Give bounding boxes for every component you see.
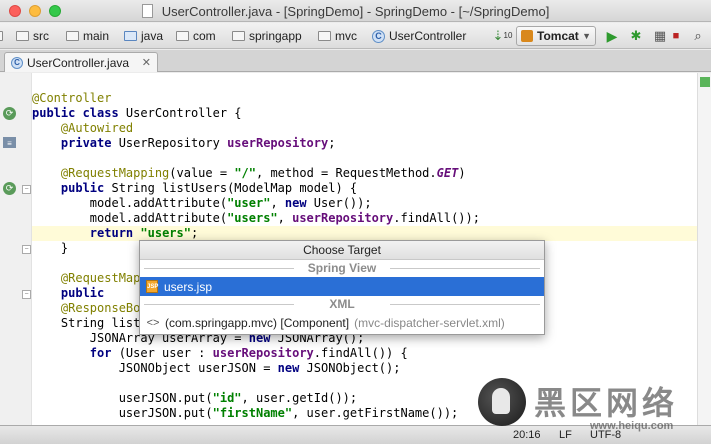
code-line: public class UserController { [32, 106, 242, 120]
code-line: @Autowired [60, 121, 134, 135]
class-icon: C [372, 29, 385, 43]
code-line: public [60, 286, 105, 300]
navigation-bar: src main java com springapp mvc C UserCo… [0, 23, 711, 49]
fold-marker-icon[interactable]: − [22, 290, 31, 299]
folder-icon [16, 31, 29, 41]
class-icon: C [11, 56, 23, 69]
breadcrumb-label: main [83, 29, 110, 43]
folder-icon [66, 31, 79, 41]
tomcat-icon [521, 30, 533, 42]
breadcrumb-java[interactable]: java [124, 28, 163, 44]
package-icon [176, 31, 189, 41]
window-title: UserController.java - [SpringDemo] - Spr… [161, 4, 550, 19]
code-line-current: return "users"; [89, 226, 199, 240]
breadcrumb-com[interactable]: com [176, 28, 216, 44]
vcs-icon[interactable]: 10 [500, 28, 516, 44]
code-line: model.addAttribute("user", new User()); [32, 196, 372, 210]
watermark-logo-icon [478, 378, 526, 426]
target-label: (com.springapp.mvc) [Component] [165, 315, 350, 330]
code-line: String list [32, 316, 141, 330]
breadcrumb-label: mvc [335, 29, 357, 43]
error-stripe[interactable] [697, 73, 711, 425]
spring-bean-icon[interactable]: ⟳ [3, 107, 16, 120]
group-label: Spring View [301, 261, 383, 275]
breadcrumb-usercontroller[interactable]: C UserController [372, 28, 466, 44]
group-label: XML [323, 297, 361, 311]
breadcrumb-item[interactable] [0, 28, 7, 44]
target-label: users.jsp [164, 279, 213, 294]
code-line: @ResponseBo [60, 301, 141, 315]
popup-title: Choose Target [140, 241, 544, 260]
folder-icon [0, 31, 3, 41]
editor-tab-bar: C UserController.java ✕ [0, 50, 711, 72]
code-line: for (User user : userRepository.findAll(… [89, 346, 408, 360]
breadcrumb-label: src [33, 29, 49, 43]
no-problems-indicator [700, 77, 710, 87]
group-header-spring-view: Spring View [140, 260, 544, 277]
watermark: 黑区网络 www.heiqu.com [478, 378, 708, 438]
code-line: } [32, 241, 69, 255]
tab-usercontroller-java[interactable]: C UserController.java ✕ [4, 52, 158, 72]
stop-icon[interactable]: ■ [668, 28, 684, 44]
code-line: JSONObject userJSON = new JSONObject(); [32, 361, 401, 375]
run-configuration-label: Tomcat [537, 29, 579, 43]
breadcrumb-main[interactable]: main [66, 28, 109, 44]
code-line: userJSON.put("id", user.getId()); [32, 391, 358, 405]
code-line: @Controller [32, 91, 112, 105]
breadcrumb-springapp[interactable]: springapp [232, 28, 302, 44]
coverage-icon[interactable]: ▦ [652, 28, 668, 44]
breadcrumb-label: com [193, 29, 216, 43]
fold-marker-icon[interactable]: − [22, 185, 31, 194]
close-tab-icon[interactable]: ✕ [142, 56, 151, 69]
group-header-xml: XML [140, 296, 544, 313]
code-line: model.addAttribute("users", userReposito… [32, 211, 480, 225]
tab-label: UserController.java [27, 55, 130, 70]
code-line: public String listUsers(ModelMap model) … [60, 181, 358, 195]
breadcrumb-src[interactable]: src [16, 28, 49, 44]
fold-marker-icon[interactable]: − [22, 245, 31, 254]
breadcrumb-mvc[interactable]: mvc [318, 28, 357, 44]
package-icon [318, 31, 331, 41]
package-icon [232, 31, 245, 41]
target-detail: (mvc-dispatcher-servlet.xml) [354, 315, 505, 330]
choose-target-popup: Choose Target Spring View JSP users.jsp … [139, 240, 545, 335]
title-bar: UserController.java - [SpringDemo] - Spr… [0, 0, 711, 22]
code-line: @RequestMapping(value = "/", method = Re… [60, 166, 466, 180]
watermark-text: 黑区网络 [534, 384, 679, 422]
search-icon[interactable]: ⌕ [690, 28, 706, 44]
debug-icon[interactable]: ✱ [628, 28, 644, 44]
code-line: private UserRepository userRepository; [60, 136, 336, 150]
jsp-file-icon: JSP [146, 280, 158, 293]
watermark-url: www.heiqu.com [590, 420, 674, 432]
run-icon[interactable]: ▶ [604, 28, 620, 44]
code-line: userJSON.put("firstName", user.getFirstN… [32, 406, 459, 420]
breadcrumb-label: java [141, 29, 164, 43]
code-line: @RequestMap [60, 271, 141, 285]
breadcrumb-label: springapp [249, 29, 302, 43]
source-folder-icon [124, 31, 137, 41]
autowired-dependency-icon[interactable]: ≡ [3, 137, 16, 148]
target-item-users-jsp[interactable]: JSP users.jsp [140, 277, 544, 296]
breadcrumb-label: UserController [389, 29, 467, 43]
xml-tag-icon: <> [146, 316, 160, 329]
target-item-component[interactable]: <> (com.springapp.mvc) [Component] (mvc-… [140, 313, 544, 332]
request-mapping-icon[interactable]: ⟳ [3, 182, 16, 195]
run-configuration-select[interactable]: Tomcat ▼ [516, 26, 596, 46]
dropdown-arrow-icon: ▼ [582, 31, 591, 41]
